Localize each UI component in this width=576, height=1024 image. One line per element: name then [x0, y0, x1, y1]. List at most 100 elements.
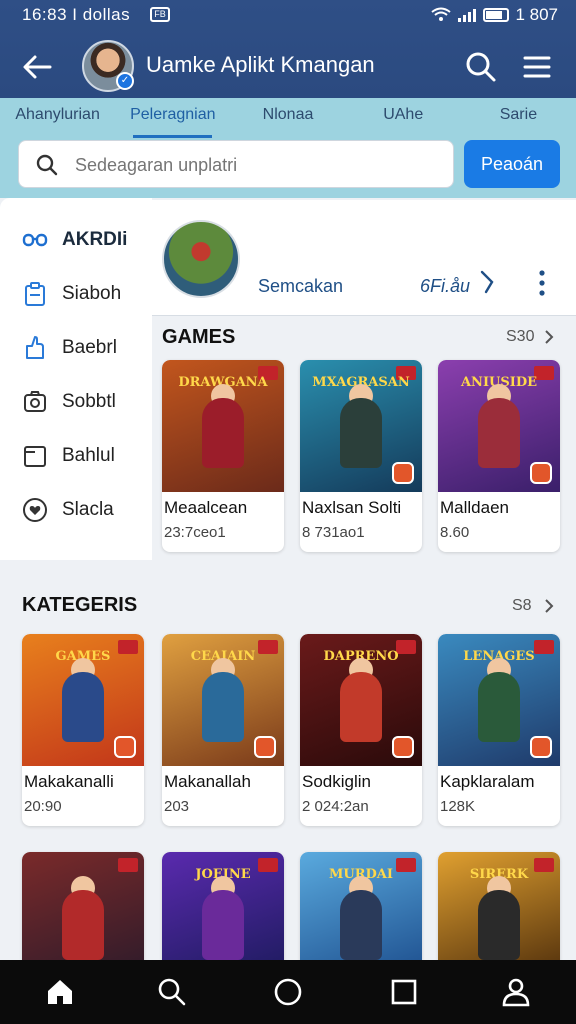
play-icon[interactable] [392, 736, 414, 758]
character-figure [340, 672, 382, 742]
game-card[interactable]: MURDAI [300, 852, 422, 962]
game-title: Kapklaralam [440, 772, 535, 791]
status-time: 16:83 I dollas [22, 5, 131, 24]
chevron-right-icon[interactable] [542, 597, 556, 615]
game-card[interactable]: ANIUSIDE Malldaen 8.60 [438, 360, 560, 552]
game-meta: 2 024:2an [302, 798, 369, 815]
game-thumbnail: ANIUSIDE [438, 360, 560, 492]
tab-peleragnian[interactable]: Peleragnian [115, 98, 230, 138]
game-card[interactable]: CEAIAIN Makanallah 203 [162, 634, 284, 826]
sidebar-item-label: AKRDIi [62, 229, 128, 250]
game-thumbnail: MXAGRASAN [300, 360, 422, 492]
search-icon [36, 154, 58, 176]
game-card[interactable] [22, 852, 144, 962]
game-thumbnail: MURDAI [300, 852, 422, 962]
game-thumbnail: JOEINE [162, 852, 284, 962]
game-title: Malldaen [440, 498, 509, 517]
character-figure [202, 890, 244, 960]
game-meta: 8.60 [440, 524, 470, 541]
signal-icon [458, 9, 477, 22]
game-card[interactable]: SIRERK [438, 852, 560, 962]
game-title: Meaalcean [164, 498, 248, 517]
game-card[interactable]: DAPRENO Sodkiglin 2 024:2an [300, 634, 422, 826]
more-vertical-icon[interactable] [532, 268, 552, 298]
game-meta: 20:90 [24, 798, 62, 815]
game-meta: 203 [164, 798, 190, 815]
camera-icon [24, 391, 46, 412]
sidebar-item-label: Sobbtl [62, 391, 116, 412]
tab-ahanylurian[interactable]: Ahanylurian [0, 98, 115, 138]
character-figure [202, 398, 244, 468]
search-icon[interactable] [156, 976, 188, 1008]
game-thumbnail: CEAIAIN [162, 634, 284, 766]
profile-stat: 6Fi.åu [420, 276, 471, 296]
game-title: Naxlsan Solti [302, 498, 402, 517]
play-icon[interactable] [254, 736, 276, 758]
sidebar-item-slacla[interactable]: Slacla [0, 490, 152, 530]
game-thumbnail: DAPRENO [300, 634, 422, 766]
profile-name: Semcakan [258, 276, 344, 296]
play-icon[interactable] [392, 462, 414, 484]
profile-image [162, 220, 240, 298]
wifi-icon [431, 7, 452, 21]
search-button[interactable]: Peaoán [464, 140, 560, 188]
game-card[interactable]: JOEINE [162, 852, 284, 962]
character-figure [478, 890, 520, 960]
search-row: Peaoán [0, 138, 576, 198]
game-card[interactable]: LENAGES Kapklaralam 128K [438, 634, 560, 826]
tab-nlonaa[interactable]: Nlonaa [230, 98, 345, 138]
glasses-icon [22, 233, 48, 247]
game-thumbnail: SIRERK [438, 852, 560, 962]
app-bar: ✓ Uamke Aplikt Kmangan [0, 36, 576, 96]
section-more-games[interactable]: S30 [506, 328, 534, 346]
sidebar-item-akrdii[interactable]: AKRDIi [0, 220, 152, 260]
hamburger-menu-icon[interactable] [520, 50, 554, 84]
tab-bar: Ahanylurian Peleragnian Nlonaa UAhe Sari… [0, 98, 576, 138]
game-meta: 128K [440, 798, 476, 815]
play-icon[interactable] [114, 736, 136, 758]
section-more-kategeris[interactable]: S8 [512, 597, 532, 615]
game-card[interactable]: DRAWGANA Meaalcean 23:7ceo1 [162, 360, 284, 552]
sidebar-item-sobbtl[interactable]: Sobbtl [0, 382, 152, 422]
search-input[interactable] [75, 149, 435, 181]
game-thumbnail: GAMES [22, 634, 144, 766]
game-meta: 8 731ao1 [302, 524, 365, 541]
bottom-navigation [0, 960, 576, 1024]
tab-sarie[interactable]: Sarie [461, 98, 576, 138]
character-figure [62, 672, 104, 742]
sidebar-item-label: Bahlul [62, 445, 115, 466]
thumb-icon [26, 336, 44, 359]
back-arrow-icon[interactable] [20, 50, 54, 84]
game-thumbnail: DRAWGANA [162, 360, 284, 492]
character-figure [62, 890, 104, 960]
heart-icon [23, 498, 47, 522]
play-icon[interactable] [530, 462, 552, 484]
sidebar-item-siaboh[interactable]: Siaboh [0, 274, 152, 314]
home-icon[interactable] [44, 976, 76, 1008]
avatar[interactable]: ✓ [82, 40, 134, 92]
section-title-kategeris: KATEGERIS [22, 594, 138, 616]
sidebar-item-label: Siaboh [62, 283, 122, 304]
game-card[interactable]: MXAGRASAN Naxlsan Solti 8 731ao1 [300, 360, 422, 552]
search-icon[interactable] [464, 50, 498, 84]
status-bar: 16:83 I dollas FB 1 807 [0, 0, 576, 30]
game-card[interactable]: GAMES Makakanalli 20:90 [22, 634, 144, 826]
character-figure [340, 890, 382, 960]
notification-icon: FB [150, 7, 170, 22]
circle-icon[interactable] [272, 976, 304, 1008]
battery-icon [483, 8, 510, 22]
sidebar-item-baebrl[interactable]: Baebrl [0, 328, 152, 368]
play-icon[interactable] [530, 736, 552, 758]
app-title: Uamke Aplikt Kmangan [146, 52, 375, 77]
sidebar-item-bahlul[interactable]: Bahlul [0, 436, 152, 476]
chevron-right-icon[interactable] [542, 328, 556, 346]
game-title: Sodkiglin [302, 772, 371, 791]
battery-level: 1 807 [515, 5, 558, 24]
chevron-icon[interactable] [478, 268, 498, 296]
square-icon[interactable] [388, 976, 420, 1008]
character-figure [202, 672, 244, 742]
game-title: Makakanalli [24, 772, 114, 791]
profile-card[interactable]: Semcakan 6Fi.åu [152, 200, 576, 316]
tab-uahe[interactable]: UAhe [346, 98, 461, 138]
profile-icon[interactable] [500, 976, 532, 1008]
